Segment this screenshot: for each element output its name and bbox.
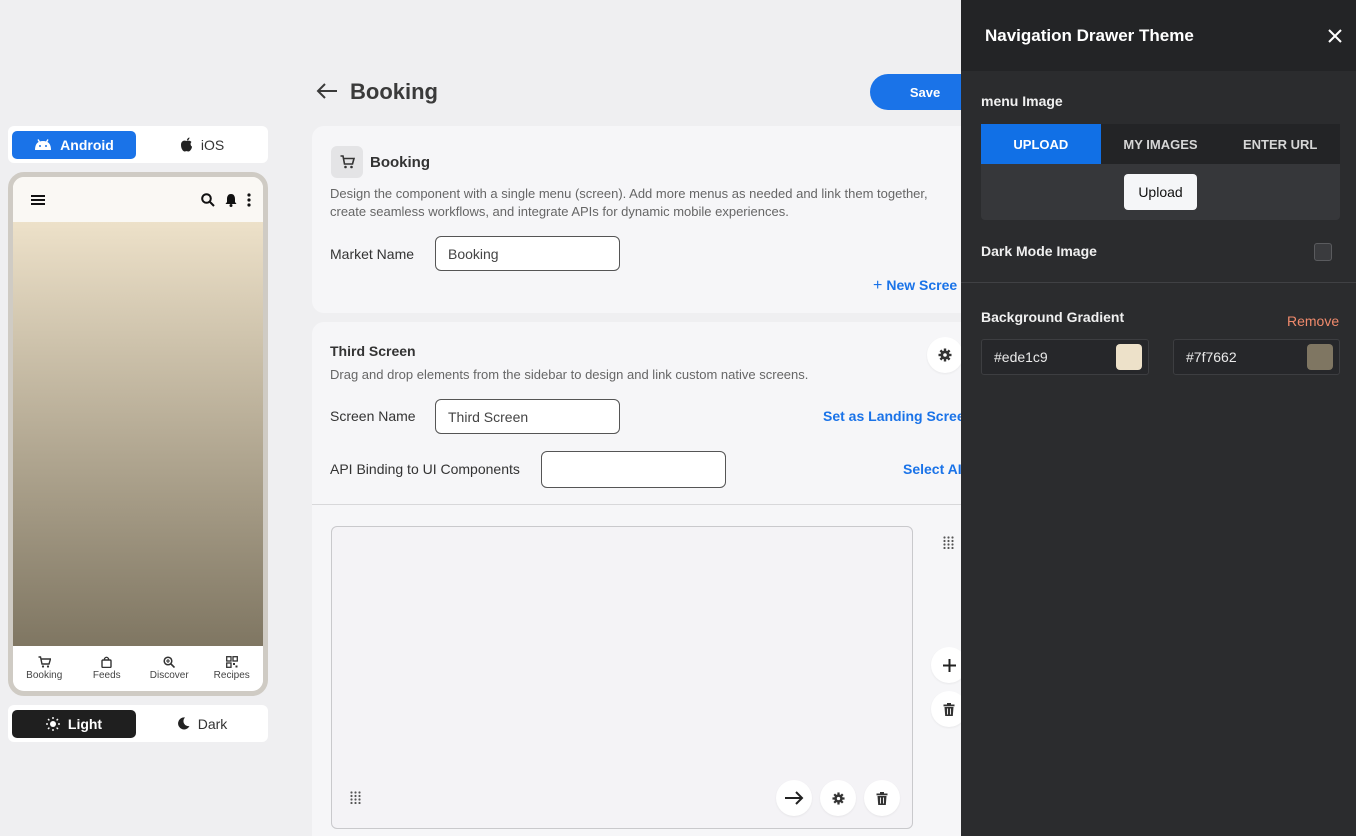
moon-icon	[177, 717, 190, 730]
page-title: Booking	[350, 79, 438, 104]
ios-label: iOS	[200, 136, 225, 153]
remove-gradient-link[interactable]: Remove	[1287, 313, 1339, 329]
cart-icon-box	[331, 146, 363, 178]
gradient-start-value: #ede1c9	[994, 349, 1048, 365]
screen-description: Drag and drop elements from the sidebar …	[330, 367, 809, 382]
close-icon[interactable]	[1328, 28, 1342, 43]
select-api-link[interactable]: Select AI	[903, 461, 962, 477]
back-arrow-icon[interactable]	[316, 82, 338, 100]
cart-icon	[340, 155, 355, 169]
phone-nav-item-recipes[interactable]: Recipes	[202, 655, 262, 681]
android-icon	[35, 138, 52, 150]
screen-name-input[interactable]: Third Screen	[435, 399, 620, 434]
plus-icon	[942, 658, 956, 672]
screen-name-label: Screen Name	[330, 408, 416, 424]
screen-canvas[interactable]	[331, 526, 913, 829]
screen-settings-button[interactable]	[927, 337, 963, 373]
upload-button[interactable]: Upload	[1124, 174, 1197, 210]
canvas-delete-button[interactable]	[864, 780, 900, 816]
phone-nav-label: Recipes	[213, 669, 250, 681]
phone-nav-label: Feeds	[92, 669, 121, 681]
drag-handle-icon[interactable]	[943, 536, 954, 549]
image-source-tabs: UPLOAD MY IMAGES ENTER URL	[981, 124, 1340, 164]
drag-handle-icon[interactable]	[350, 791, 361, 804]
platform-toggle: Android iOS	[8, 126, 268, 163]
light-mode-tab[interactable]: Light	[12, 709, 136, 738]
component-description-line1: Design the component with a single menu …	[330, 186, 928, 201]
component-title: Booking	[370, 154, 430, 171]
zoom-icon	[163, 655, 176, 668]
new-screen-link[interactable]: + New Scree	[873, 277, 957, 295]
dark-mode-image-checkbox[interactable]	[1314, 243, 1332, 261]
market-name-input[interactable]: Booking	[435, 236, 620, 271]
search-icon[interactable]	[201, 192, 215, 207]
phone-drawer-gradient	[13, 222, 263, 646]
more-vertical-icon[interactable]	[247, 192, 251, 207]
phone-nav-label: Discover	[149, 669, 189, 681]
component-card: Booking Design the component with a sing…	[312, 126, 992, 313]
ios-tab[interactable]: iOS	[140, 131, 264, 159]
new-screen-label: New Scree	[886, 277, 958, 293]
component-description-line2: create seamless workflows, and integrate…	[330, 204, 789, 219]
dark-mode-image-label: Dark Mode Image	[981, 243, 1097, 259]
drawer-title: Navigation Drawer Theme	[985, 25, 1194, 45]
menu-image-label: menu Image	[981, 93, 1063, 109]
android-label: Android	[60, 136, 114, 153]
arrow-right-icon	[785, 791, 804, 805]
canvas-settings-button[interactable]	[820, 780, 856, 816]
gradient-start-swatch[interactable]	[1116, 344, 1142, 370]
market-name-label: Market Name	[330, 246, 415, 262]
gear-icon	[831, 791, 845, 805]
plus-icon: +	[873, 277, 883, 294]
background-gradient-label: Background Gradient	[981, 309, 1125, 325]
tab-enter-url[interactable]: ENTER URL	[1220, 124, 1340, 164]
canvas-link-button[interactable]	[776, 780, 812, 816]
tab-my-images[interactable]: MY IMAGES	[1101, 124, 1221, 164]
bag-icon	[101, 656, 112, 668]
gradient-start-field[interactable]: #ede1c9	[981, 339, 1149, 375]
drawer-header: Navigation Drawer Theme	[961, 0, 1356, 71]
phone-nav-item-discover[interactable]: Discover	[139, 655, 199, 681]
screen-title: Third Screen	[330, 343, 416, 359]
divider	[961, 282, 1356, 283]
api-binding-input[interactable]	[541, 451, 726, 488]
apple-icon	[180, 137, 192, 152]
dark-mode-tab[interactable]: Dark	[140, 710, 264, 738]
trash-icon	[876, 791, 888, 805]
hamburger-menu-icon[interactable]	[31, 194, 45, 206]
qr-icon	[225, 655, 238, 668]
upload-area: Upload	[981, 164, 1340, 220]
set-landing-screen-link[interactable]: Set as Landing Scree	[823, 408, 965, 424]
api-binding-label: API Binding to UI Components	[330, 461, 520, 477]
gradient-end-field[interactable]: #7f7662	[1173, 339, 1340, 375]
bell-icon[interactable]	[225, 193, 237, 207]
phone-nav-item-booking[interactable]: Booking	[14, 655, 74, 681]
android-tab[interactable]: Android	[12, 130, 136, 159]
phone-preview: Booking Feeds Discover Recipes	[8, 172, 268, 696]
sun-icon	[45, 716, 60, 731]
gradient-end-swatch[interactable]	[1307, 344, 1333, 370]
tab-upload[interactable]: UPLOAD	[981, 124, 1101, 164]
cart-icon	[38, 655, 51, 668]
gradient-end-value: #7f7662	[1186, 349, 1237, 365]
divider	[312, 504, 992, 505]
navigation-drawer-theme-panel: Navigation Drawer Theme menu Image UPLOA…	[961, 0, 1356, 836]
phone-nav-item-feeds[interactable]: Feeds	[77, 656, 137, 681]
trash-icon	[943, 702, 955, 716]
gear-icon	[938, 348, 952, 362]
phone-top-bar	[13, 177, 263, 222]
dark-label: Dark	[197, 715, 228, 732]
screen-card: Third Screen Drag and drop elements from…	[312, 322, 992, 836]
phone-bottom-nav: Booking Feeds Discover Recipes	[13, 646, 263, 690]
light-label: Light	[67, 715, 103, 732]
theme-toggle: Light Dark	[8, 705, 268, 742]
phone-nav-label: Booking	[26, 669, 63, 681]
